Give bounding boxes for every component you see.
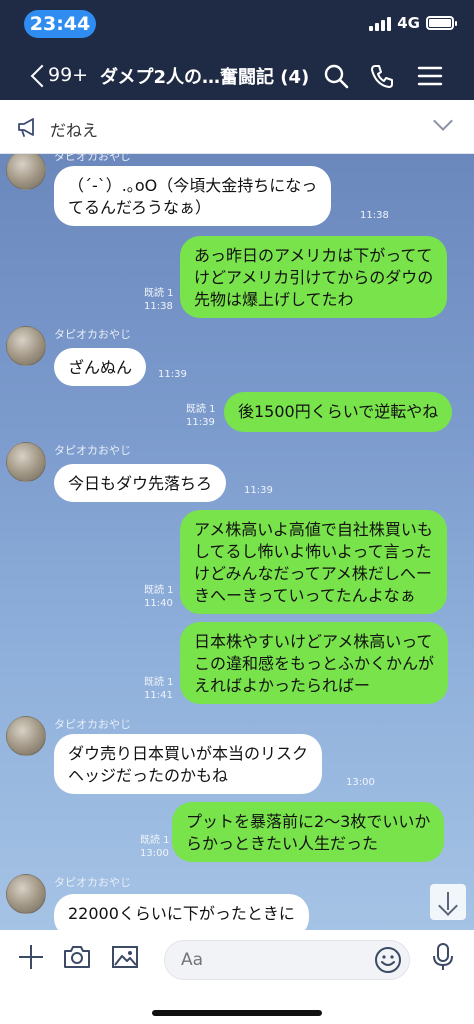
message-text: 後1500円くらいで逆転やね [238, 402, 439, 421]
message-time: 11:39 [186, 417, 215, 428]
message-text: 22000くらいに下がったときに [68, 904, 295, 923]
message-text: ダウ売り日本買いが本当のリスク ヘッジだったのかもね [68, 744, 309, 785]
message-time: 13:00 [346, 777, 375, 788]
message-time: 11:38 [360, 210, 389, 221]
message-bubble-outgoing[interactable]: 日本株やすいけどアメ株高いって この違和感をもっとふかくかんが えればよかったら… [180, 622, 449, 704]
menu-icon[interactable] [416, 62, 444, 90]
sender-name: タピオカおやじ [54, 328, 131, 341]
image-icon[interactable] [110, 942, 140, 972]
scroll-to-bottom-button[interactable] [430, 884, 466, 920]
announcement-text: だねえ [50, 121, 99, 140]
avatar[interactable] [6, 442, 46, 482]
avatar[interactable] [6, 326, 46, 366]
message-time: 11:39 [158, 369, 187, 380]
input-bar [0, 930, 474, 1024]
message-time: 11:40 [144, 598, 173, 609]
message-text: アメ株高いよ高値で自社株買いも してるし怖いよ怖いよって言った けどみんなだって… [194, 520, 433, 605]
message-time: 11:39 [244, 485, 273, 496]
signal-icon [369, 15, 392, 31]
chat-title[interactable]: ダメプ2人の…奮闘記 (4) [100, 63, 309, 89]
message-bubble-outgoing[interactable]: 後1500円くらいで逆転やね [224, 392, 453, 432]
chat-area[interactable]: タピオカおやじ （´-`）.｡oO（今頃大金持ちになっ てるんだろうなぁ） 11… [0, 154, 474, 930]
microphone-icon[interactable] [428, 942, 458, 972]
avatar[interactable] [6, 154, 46, 190]
sender-name: タピオカおやじ [54, 718, 131, 731]
message-time: 11:41 [144, 690, 173, 701]
read-receipt: 既読 1 [186, 404, 216, 415]
read-receipt: 既読 1 [144, 288, 174, 299]
message-bubble-outgoing[interactable]: アメ株高いよ高値で自社株買いも してるし怖いよ怖いよって言った けどみんなだって… [180, 510, 447, 614]
message-bubble-outgoing[interactable]: プットを暴落前に2〜3枚でいいか らかっときたい人生だった [172, 802, 445, 862]
home-indicator [152, 1010, 322, 1016]
message-bubble-incoming[interactable]: 22000くらいに下がったときに [54, 894, 309, 930]
message-bubble-outgoing[interactable]: あっ昨日のアメリカは下がってて けどアメリカ引けてからのダウの 先物は爆上げして… [180, 236, 448, 318]
sender-name: タピオカおやじ [54, 876, 131, 889]
sender-name: タピオカおやじ [54, 154, 131, 163]
top-bar: 23:44 4G 99+ ダメプ2人の…奮闘記 (4) [0, 0, 474, 100]
read-receipt: 既読 1 [144, 677, 174, 688]
message-text: （´-`）.｡oO（今頃大金持ちになっ てるんだろうなぁ） [68, 176, 318, 217]
phone-icon[interactable] [368, 62, 396, 90]
avatar[interactable] [6, 874, 46, 914]
avatar[interactable] [6, 716, 46, 756]
read-receipt: 既読 1 [140, 835, 170, 846]
message-bubble-incoming[interactable]: 今日もダウ先落ちろ [54, 464, 227, 502]
read-receipt: 既読 1 [144, 585, 174, 596]
announcement-bar[interactable]: だねえ [0, 100, 474, 154]
message-time: 11:38 [144, 301, 173, 312]
status-time: 23:44 [24, 10, 96, 38]
message-bubble-incoming[interactable]: ざんぬん [54, 348, 147, 386]
emoji-icon[interactable] [374, 946, 402, 974]
megaphone-icon [18, 118, 34, 137]
message-text: 今日もダウ先落ちろ [68, 474, 213, 493]
status-indicators: 4G [369, 14, 457, 32]
search-icon[interactable] [322, 62, 350, 90]
message-text: 日本株やすいけどアメ株高いって この違和感をもっとふかくかんが えればよかったら… [194, 632, 435, 695]
unread-count[interactable]: 99+ [48, 64, 88, 86]
message-text: プットを暴落前に2〜3枚でいいか らかっときたい人生だった [186, 812, 431, 853]
message-text: ざんぬん [68, 358, 133, 377]
message-bubble-incoming[interactable]: （´-`）.｡oO（今頃大金持ちになっ てるんだろうなぁ） [54, 166, 332, 226]
chevron-down-icon[interactable] [433, 111, 453, 131]
network-label: 4G [397, 14, 420, 32]
message-bubble-incoming[interactable]: ダウ売り日本買いが本当のリスク ヘッジだったのかもね [54, 734, 323, 794]
arrow-head [438, 896, 458, 916]
message-text: あっ昨日のアメリカは下がってて けどアメリカ引けてからのダウの 先物は爆上げして… [194, 246, 434, 309]
battery-icon [426, 16, 457, 30]
camera-icon[interactable] [62, 942, 92, 972]
plus-icon[interactable] [16, 942, 46, 972]
sender-name: タピオカおやじ [54, 444, 131, 457]
message-time: 13:00 [140, 848, 169, 859]
